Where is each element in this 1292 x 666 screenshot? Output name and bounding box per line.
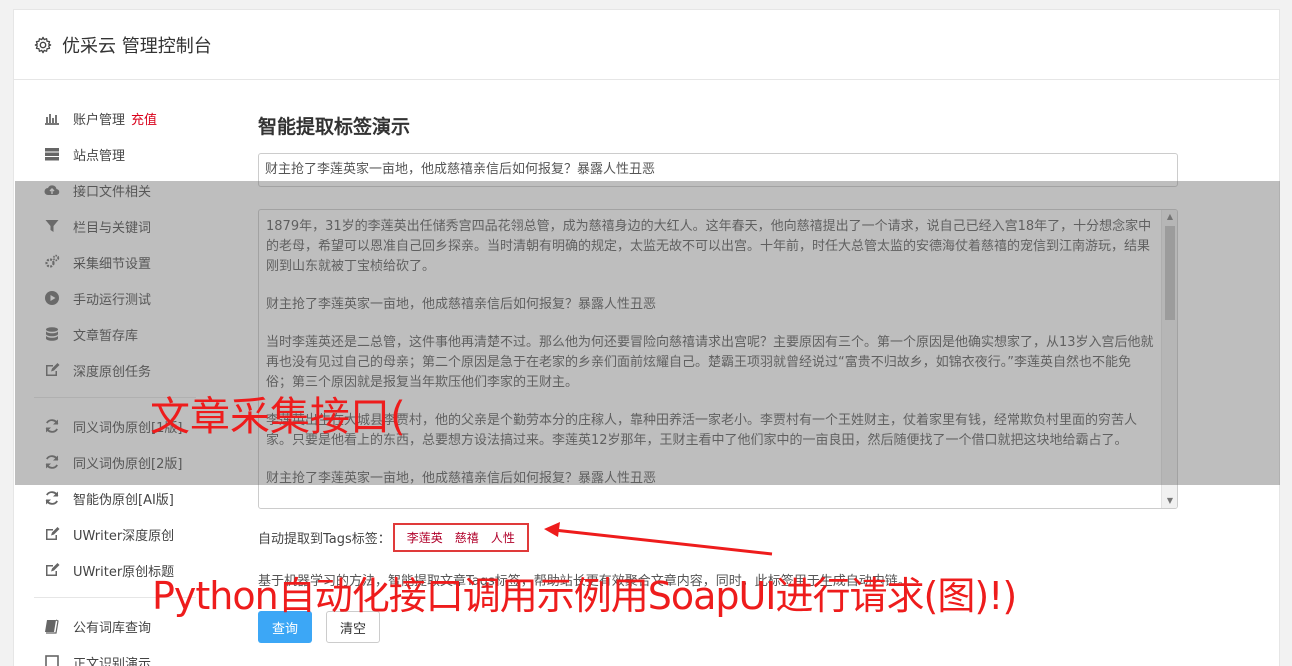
article-textarea[interactable]: 1879年，31岁的李莲英出任储秀宫四品花翎总管，成为慈禧身边的大红人。这年春天… — [258, 209, 1178, 509]
sidebar-item-article-store[interactable]: 文章暂存库 — [14, 316, 214, 352]
sidebar-item-label: 站点管理 — [73, 148, 126, 164]
server-icon — [44, 146, 60, 162]
sidebar-item-label: 正文识别演示 — [73, 656, 152, 666]
sidebar-item-label: 采集细节设置 — [73, 256, 152, 272]
play-circle-icon — [44, 290, 60, 306]
refresh-icon — [44, 418, 60, 434]
square-icon — [44, 654, 60, 666]
sidebar-item-account[interactable]: 账户管理 充值 — [14, 100, 214, 136]
scroll-up-arrow-icon[interactable]: ▲ — [1162, 210, 1177, 224]
article-paragraph: 财主抢了李莲英家一亩地，他成慈禧亲信后如何报复？暴露人性丑恶 — [266, 297, 657, 312]
sidebar-item-sites[interactable]: 站点管理 — [14, 136, 214, 172]
main-content: 智能提取标签演示 财主抢了李莲英家一亩地，他成慈禧亲信后如何报复？暴露人性丑恶 … — [258, 100, 1178, 643]
sidebar-item-synonym-v2[interactable]: 同义词伪原创[2版] — [14, 444, 214, 480]
tags-highlight-box: 李莲英 慈禧 人性 — [392, 523, 529, 552]
cloud-upload-icon — [44, 182, 60, 198]
annotation-text-interface: 文章采集接口( — [150, 394, 406, 440]
gears-icon — [44, 254, 60, 270]
sidebar-item-manual-run[interactable]: 手动运行测试 — [14, 280, 214, 316]
edit-icon — [44, 526, 60, 542]
sidebar-item-label: 公有词库查询 — [73, 620, 152, 636]
article-content: 1879年，31岁的李莲英出任储秀宫四品花翎总管，成为慈禧身边的大红人。这年春天… — [259, 210, 1177, 508]
sidebar-item-label: 深度原创任务 — [73, 364, 152, 380]
refresh-icon — [44, 454, 60, 470]
filter-icon — [44, 218, 60, 234]
recharge-link[interactable]: 充值 — [131, 109, 157, 128]
header: 优采云 管理控制台 — [14, 10, 1279, 80]
gear-icon — [34, 36, 52, 53]
article-paragraph: 财主抢了李莲英家一亩地，他成慈禧亲信后如何报复？暴露人性丑恶 — [266, 471, 657, 486]
sidebar-item-uwriter-deep[interactable]: UWriter深度原创 — [14, 516, 214, 552]
textarea-scrollbar[interactable]: ▲ ▼ — [1161, 210, 1177, 508]
article-paragraph: 1879年，31岁的李莲英出任储秀宫四品花翎总管，成为慈禧身边的大红人。这年春天… — [266, 219, 1152, 274]
article-title-input[interactable]: 财主抢了李莲英家一亩地，他成慈禧亲信后如何报复？暴露人性丑恶 — [258, 153, 1178, 187]
edit-icon — [44, 562, 60, 578]
book-icon — [44, 618, 60, 634]
sidebar-item-ai-rewrite[interactable]: 智能伪原创[AI版] — [14, 480, 214, 516]
refresh-icon — [44, 490, 60, 506]
page-title: 智能提取标签演示 — [258, 116, 411, 138]
tags-label: 自动提取到Tags标签： — [258, 532, 391, 547]
sidebar-item-label: 智能伪原创[AI版] — [73, 492, 174, 508]
sidebar-item-interface-files[interactable]: 接口文件相关 — [14, 172, 214, 208]
sidebar-item-label: 栏目与关键词 — [73, 220, 152, 236]
scroll-down-arrow-icon[interactable]: ▼ — [1162, 494, 1177, 508]
sidebar-item-deep-original[interactable]: 深度原创任务 — [14, 352, 214, 388]
edit-icon — [44, 362, 60, 378]
sidebar-item-label: 账户管理 — [73, 112, 126, 128]
tag-item[interactable]: 李莲英 — [407, 529, 443, 546]
database-icon — [44, 326, 60, 342]
sidebar-item-text-recognition[interactable]: 正文识别演示 — [14, 644, 214, 666]
sidebar-item-label: 手动运行测试 — [73, 292, 152, 308]
tag-item[interactable]: 慈禧 — [455, 529, 479, 546]
annotation-text-python: Python自动化接口调用示例用SoapUI进行请求(图)!) — [152, 574, 1017, 618]
sidebar-item-label: 接口文件相关 — [73, 184, 152, 200]
sidebar-item-label: 文章暂存库 — [73, 328, 139, 344]
sidebar-item-label: UWriter深度原创 — [73, 528, 175, 544]
tags-row: 自动提取到Tags标签： 李莲英 慈禧 人性 — [258, 523, 1178, 552]
tag-item[interactable]: 人性 — [491, 529, 515, 546]
sidebar-item-columns-keywords[interactable]: 栏目与关键词 — [14, 208, 214, 244]
sidebar-item-label: 同义词伪原创[2版] — [73, 456, 183, 472]
sidebar-item-collect-settings[interactable]: 采集细节设置 — [14, 244, 214, 280]
console-title: 优采云 管理控制台 — [62, 35, 212, 57]
sidebar-group-1: 账户管理 充值 站点管理 接口文件相关 栏目与关键词 采集细节设置 手动运行测试… — [14, 100, 214, 388]
bar-chart-icon — [44, 110, 60, 126]
scroll-thumb[interactable] — [1165, 226, 1175, 320]
